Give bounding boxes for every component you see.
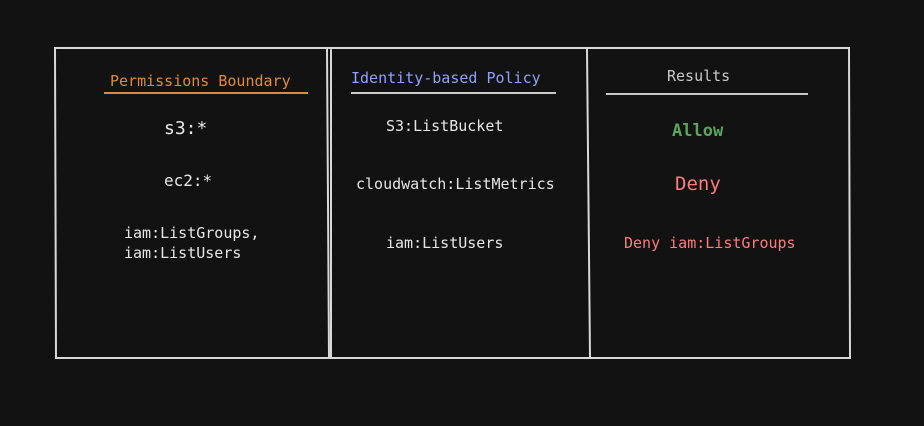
result-allow: Allow [672, 121, 724, 141]
column-divider-left [326, 48, 330, 358]
result-deny: Deny [675, 173, 721, 195]
identity-item-s3-listbucket: S3:ListBucket [386, 117, 504, 135]
boundary-item-iam-listgroups: iam:ListGroups, [124, 224, 260, 242]
result-deny-iam-listgroups: Deny iam:ListGroups [624, 234, 796, 252]
results-heading: Results [667, 67, 731, 85]
column-divider-right [586, 48, 591, 358]
permissions-boundary-underline [104, 92, 308, 94]
boundary-item-s3: s3:* [164, 118, 208, 139]
table-frame [53, 47, 852, 359]
boundary-item-iam-listusers: iam:ListUsers [124, 244, 242, 262]
permissions-boundary-heading: Permissions Boundary [110, 72, 291, 90]
results-underline [606, 93, 808, 95]
identity-policy-heading: Identity-based Policy [351, 69, 541, 87]
identity-policy-underline [351, 92, 556, 94]
identity-item-cloudwatch-listmetrics: cloudwatch:ListMetrics [356, 175, 555, 193]
boundary-item-ec2: ec2:* [164, 171, 213, 190]
identity-item-iam-listusers: iam:ListUsers [386, 234, 504, 252]
